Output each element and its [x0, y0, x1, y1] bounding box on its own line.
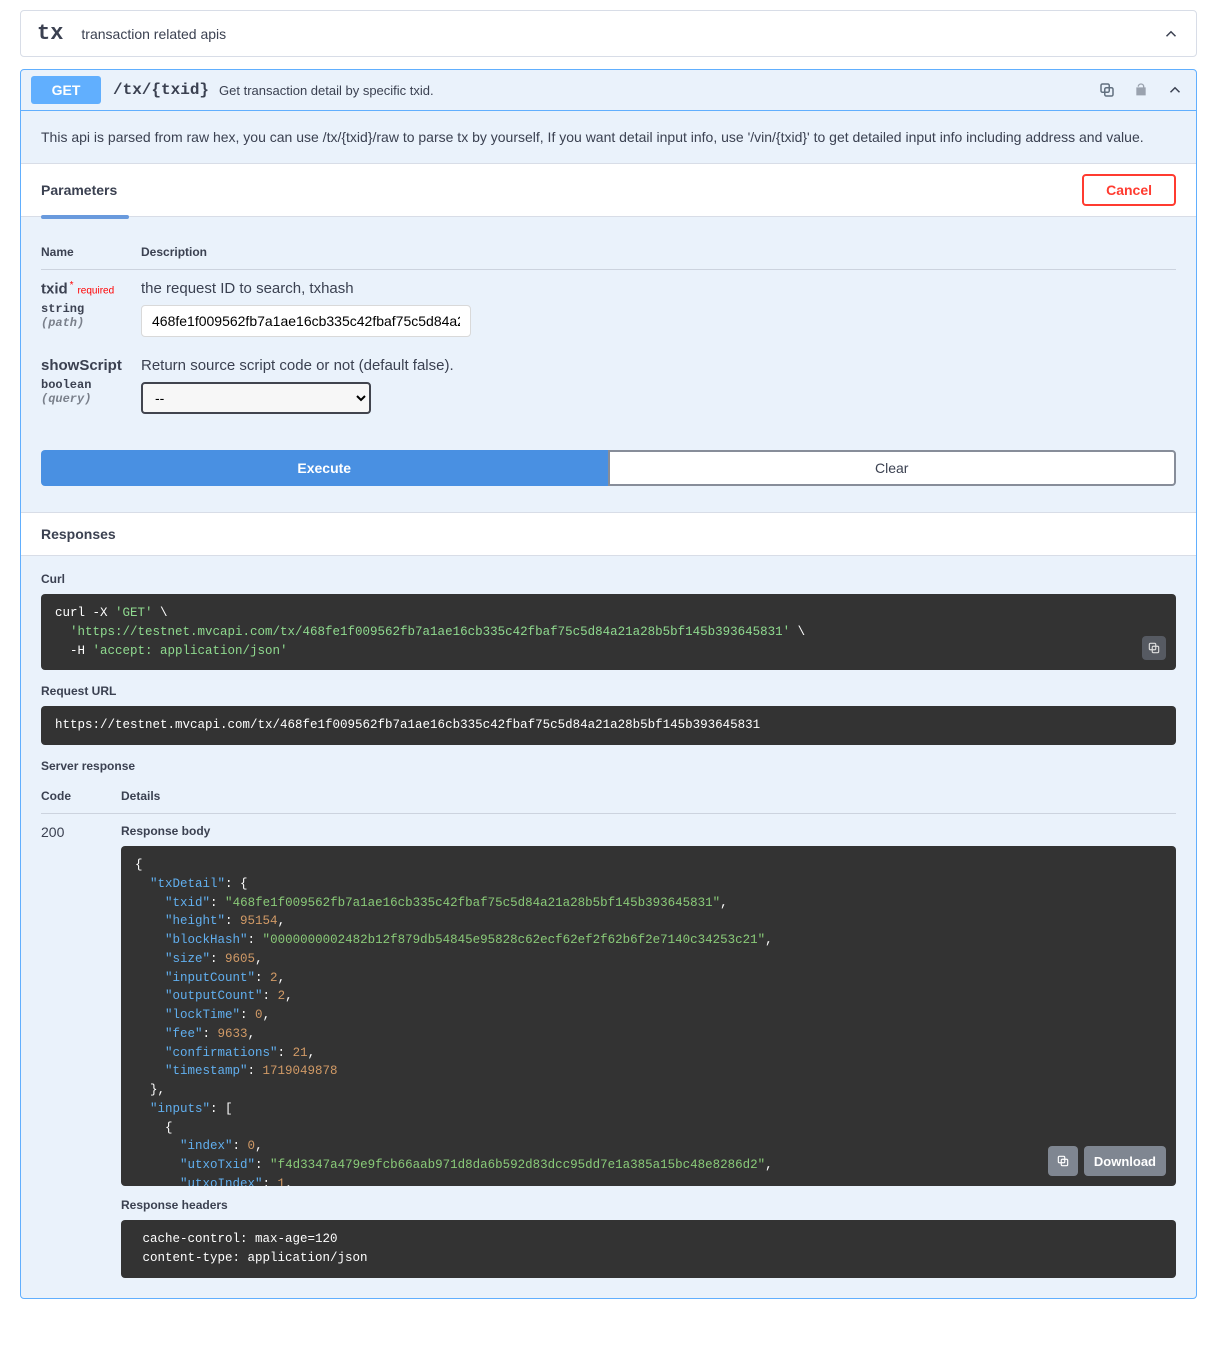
response-status-code: 200 [41, 814, 121, 1278]
param-description: Return source script code or not (defaul… [141, 357, 1176, 374]
response-body-label: Response body [121, 824, 1176, 838]
http-method-badge: GET [31, 76, 101, 104]
required-label: required [77, 286, 114, 297]
responses-title: Responses [41, 526, 1176, 542]
copy-response-button[interactable] [1048, 1146, 1078, 1176]
server-response-label: Server response [41, 759, 1176, 773]
param-name: showScript [41, 357, 141, 374]
param-name: txid [41, 281, 68, 298]
tag-header[interactable]: tx transaction related apis [21, 11, 1196, 56]
operation-block: GET /tx/{txid} Get transaction detail by… [20, 69, 1197, 1299]
download-button[interactable]: Download [1084, 1146, 1166, 1176]
tag-name: tx [37, 21, 63, 46]
params-col-name: Name [41, 237, 141, 270]
execute-button[interactable]: Execute [41, 450, 608, 486]
operation-description: This api is parsed from raw hex, you can… [21, 111, 1196, 164]
operation-summary[interactable]: GET /tx/{txid} Get transaction detail by… [21, 70, 1196, 111]
response-body-wrap: { "txDetail": { "txid": "468fe1f009562fb… [121, 846, 1176, 1186]
operation-path: /tx/{txid} [113, 81, 209, 99]
tag-section: tx transaction related apis [20, 10, 1197, 57]
lock-open-icon[interactable] [1130, 79, 1152, 101]
param-row-showscript: showScript boolean (query) Return source… [41, 347, 1176, 424]
tag-description: transaction related apis [81, 26, 226, 42]
response-body-code: { "txDetail": { "txid": "468fe1f009562fb… [121, 846, 1176, 1186]
copy-icon[interactable] [1142, 636, 1166, 660]
response-headers-label: Response headers [121, 1198, 1176, 1212]
txid-input[interactable] [141, 305, 471, 337]
params-col-description: Description [141, 237, 1176, 270]
param-type: boolean [41, 378, 141, 392]
parameters-body: Name Description txid* required string (… [21, 219, 1196, 430]
request-url-label: Request URL [41, 684, 1176, 698]
required-star: * [70, 280, 74, 291]
response-headers-block: cache-control: max-age=120 content-type:… [121, 1220, 1176, 1278]
parameters-title: Parameters [41, 182, 117, 198]
chevron-up-icon[interactable] [1164, 79, 1186, 101]
param-row-txid: txid* required string (path) the request… [41, 270, 1176, 348]
request-url-block: https://testnet.mvcapi.com/tx/468fe1f009… [41, 706, 1176, 745]
param-type: string [41, 302, 141, 316]
param-in: (path) [41, 316, 141, 330]
param-description: the request ID to search, txhash [141, 280, 1176, 297]
clear-button[interactable]: Clear [608, 450, 1177, 486]
cancel-button[interactable]: Cancel [1082, 174, 1176, 206]
copy-icon[interactable] [1096, 79, 1118, 101]
operation-summary-text: Get transaction detail by specific txid. [219, 83, 434, 98]
responses-header: Responses [21, 512, 1196, 556]
chevron-up-icon [1162, 25, 1180, 43]
showscript-select[interactable]: -- [141, 382, 371, 414]
parameters-header: Parameters Cancel [21, 164, 1196, 217]
curl-label: Curl [41, 572, 1176, 586]
curl-code-block: curl -X 'GET' \ 'https://testnet.mvcapi.… [41, 594, 1176, 670]
execute-bar: Execute Clear [21, 430, 1196, 512]
resp-col-details: Details [121, 781, 1176, 814]
responses-body: Curl curl -X 'GET' \ 'https://testnet.mv… [21, 556, 1196, 1298]
param-in: (query) [41, 392, 141, 406]
resp-col-code: Code [41, 781, 121, 814]
